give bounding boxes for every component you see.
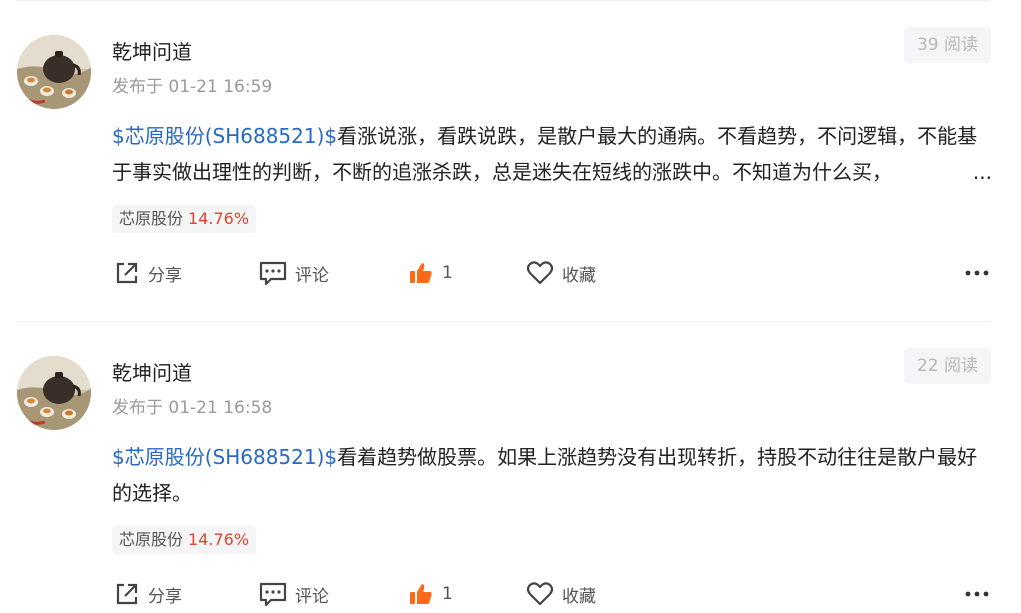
stock-tag-change: 14.76% bbox=[188, 209, 250, 228]
comment-button[interactable]: 评论 bbox=[259, 257, 329, 289]
stock-tag[interactable]: 芯原股份 14.76% bbox=[112, 205, 257, 233]
share-button[interactable]: 分享 bbox=[114, 578, 182, 610]
stock-tag[interactable]: 芯原股份 14.76% bbox=[112, 526, 257, 554]
author-name[interactable]: 乾坤问道 bbox=[112, 357, 192, 386]
post-time: 发布于 01-21 16:58 bbox=[112, 398, 273, 418]
share-button[interactable]: 分享 bbox=[114, 257, 182, 289]
more-dots-icon bbox=[965, 270, 989, 276]
more-button[interactable] bbox=[962, 257, 992, 289]
post-card: 乾坤问道 发布于 01-21 16:59 39 阅读 $芯原股份(SH68852… bbox=[0, 0, 1021, 300]
comment-button[interactable]: 评论 bbox=[259, 578, 329, 610]
avatar-image bbox=[17, 35, 91, 109]
like-count: 1 bbox=[442, 263, 453, 283]
favorite-label: 收藏 bbox=[562, 586, 596, 607]
avatar[interactable] bbox=[17, 356, 91, 430]
heart-icon bbox=[526, 261, 554, 285]
favorite-label: 收藏 bbox=[562, 265, 596, 286]
post-content[interactable]: $芯原股份(SH688521)$看着趋势做股票。如果上涨趋势没有出现转折，持股不… bbox=[112, 439, 992, 511]
avatar-image bbox=[17, 356, 91, 430]
share-label: 分享 bbox=[148, 265, 182, 286]
stock-tag-change: 14.76% bbox=[188, 530, 250, 549]
thumbs-up-icon bbox=[410, 263, 432, 283]
truncation-ellipsis: ... bbox=[968, 154, 992, 190]
share-icon bbox=[116, 262, 138, 284]
post-card: 乾坤问道 发布于 01-21 16:58 22 阅读 $芯原股份(SH68852… bbox=[0, 321, 1021, 613]
author-name[interactable]: 乾坤问道 bbox=[112, 36, 192, 65]
action-bar: 分享 评论 1 收藏 bbox=[112, 578, 992, 610]
read-count-badge: 39 阅读 bbox=[903, 27, 991, 63]
stock-tag-name: 芯原股份 bbox=[119, 530, 184, 549]
favorite-button[interactable]: 收藏 bbox=[526, 257, 596, 289]
share-label: 分享 bbox=[148, 586, 182, 607]
comment-label: 评论 bbox=[295, 586, 329, 607]
more-button[interactable] bbox=[962, 578, 992, 610]
stock-link[interactable]: $芯原股份(SH688521)$ bbox=[112, 445, 337, 469]
comment-label: 评论 bbox=[295, 265, 329, 286]
comment-icon bbox=[259, 261, 287, 286]
share-icon bbox=[116, 583, 138, 605]
thumbs-up-icon bbox=[410, 584, 432, 604]
stock-link[interactable]: $芯原股份(SH688521)$ bbox=[112, 124, 337, 148]
like-count: 1 bbox=[442, 584, 453, 604]
post-time: 发布于 01-21 16:59 bbox=[112, 77, 273, 97]
avatar[interactable] bbox=[17, 35, 91, 109]
post-content[interactable]: $芯原股份(SH688521)$看涨说涨，看跌说跌，是散户最大的通病。不看趋势，… bbox=[112, 118, 992, 190]
comment-icon bbox=[259, 582, 287, 607]
stock-tag-name: 芯原股份 bbox=[119, 209, 184, 228]
favorite-button[interactable]: 收藏 bbox=[526, 578, 596, 610]
more-dots-icon bbox=[965, 591, 989, 597]
action-bar: 分享 评论 1 收藏 bbox=[112, 257, 992, 289]
like-button[interactable]: 1 bbox=[408, 257, 453, 289]
read-count-badge: 22 阅读 bbox=[903, 348, 991, 384]
heart-icon bbox=[526, 582, 554, 606]
like-button[interactable]: 1 bbox=[408, 578, 453, 610]
